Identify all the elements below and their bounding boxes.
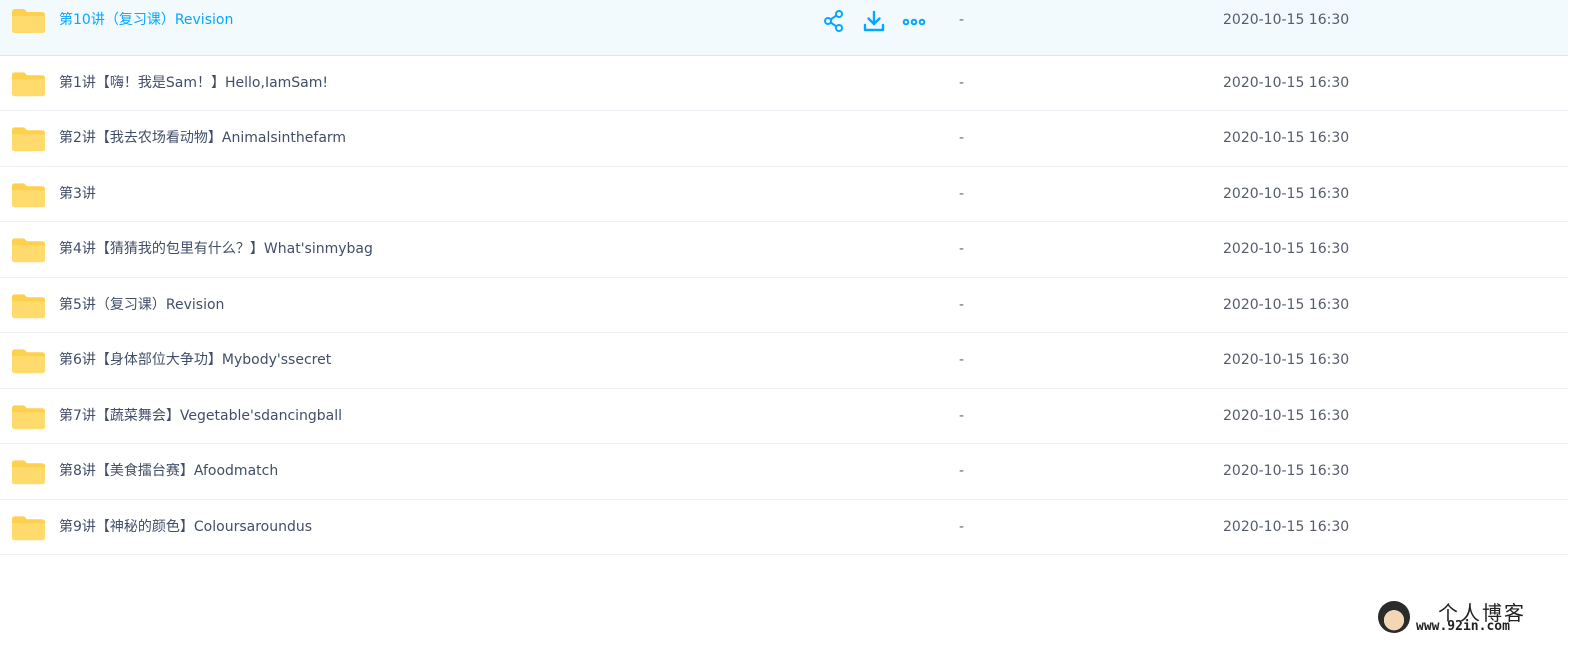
blog-watermark: 个人博客 www.92in.com: [1376, 597, 1566, 639]
file-row[interactable]: 第6讲【身体部位大争功】Mybody'ssecret - 2020-10-15 …: [0, 333, 1568, 389]
file-size: -: [959, 407, 965, 424]
file-size: -: [959, 463, 965, 479]
file-name[interactable]: 第4讲【猜猜我的包里有什么？】What'sinmybag: [59, 222, 373, 277]
file-name[interactable]: 第6讲【身体部位大争功】Mybody'ssecret: [59, 333, 331, 388]
file-name[interactable]: 第5讲（复习课）Revision: [59, 278, 224, 333]
file-row[interactable]: 第2讲【我去农场看动物】Animalsinthefarm - 2020-10-1…: [0, 111, 1568, 167]
file-date: 2020-10-15 16:30: [1223, 463, 1350, 479]
file-row[interactable]: 第3讲 - 2020-10-15 16:30: [0, 167, 1568, 222]
file-size: -: [959, 12, 965, 28]
file-name[interactable]: 第8讲【美食擂台赛】Afoodmatch: [59, 444, 278, 499]
file-size: -: [959, 241, 965, 257]
file-date: 2020-10-15 16:30: [1223, 407, 1350, 424]
download-icon[interactable]: [862, 9, 886, 33]
file-row[interactable]: 第5讲（复习课）Revision - 2020-10-15 16:30: [0, 278, 1568, 333]
row-actions: [822, 9, 926, 33]
folder-icon: [12, 460, 45, 485]
file-name[interactable]: 第7讲【蔬菜舞会】Vegetable'sdancingball: [59, 389, 342, 444]
file-size: -: [959, 185, 965, 202]
more-icon[interactable]: [902, 9, 926, 33]
file-date: 2020-10-15 16:30: [1223, 12, 1350, 28]
file-name[interactable]: 第10讲（复习课）Revision: [59, 0, 233, 40]
folder-icon: [12, 404, 45, 429]
file-name[interactable]: 第3讲: [59, 167, 96, 222]
file-name[interactable]: 第2讲【我去农场看动物】Animalsinthefarm: [59, 111, 346, 166]
folder-icon: [12, 182, 45, 207]
file-size: -: [959, 74, 965, 91]
file-size: -: [959, 518, 965, 535]
folder-icon: [12, 515, 45, 540]
folder-icon: [12, 238, 45, 263]
file-row[interactable]: 第10讲（复习课）Revision - 2020-10-15 16:30: [0, 0, 1568, 56]
file-row[interactable]: 第9讲【神秘的颜色】Coloursaroundus - 2020-10-15 1…: [0, 500, 1568, 555]
file-date: 2020-10-15 16:30: [1223, 241, 1350, 257]
file-row[interactable]: 第8讲【美食擂台赛】Afoodmatch - 2020-10-15 16:30: [0, 444, 1568, 500]
file-row[interactable]: 第7讲【蔬菜舞会】Vegetable'sdancingball - 2020-1…: [0, 389, 1568, 444]
file-date: 2020-10-15 16:30: [1223, 185, 1350, 202]
watermark-url: www.92in.com: [1416, 619, 1510, 634]
file-size: -: [959, 296, 965, 313]
file-size: -: [959, 130, 965, 146]
file-date: 2020-10-15 16:30: [1223, 74, 1350, 91]
file-row[interactable]: 第1讲【嗨！我是Sam！】Hello,IamSam! - 2020-10-15 …: [0, 56, 1568, 111]
file-date: 2020-10-15 16:30: [1223, 352, 1350, 368]
folder-icon: [12, 349, 45, 374]
file-size: -: [959, 352, 965, 368]
file-name[interactable]: 第9讲【神秘的颜色】Coloursaroundus: [59, 500, 312, 555]
share-icon[interactable]: [822, 9, 846, 33]
folder-icon: [12, 293, 45, 318]
file-row[interactable]: 第4讲【猜猜我的包里有什么？】What'sinmybag - 2020-10-1…: [0, 222, 1568, 278]
folder-icon: [12, 127, 45, 152]
file-date: 2020-10-15 16:30: [1223, 130, 1350, 146]
folder-icon: [12, 9, 45, 34]
file-name[interactable]: 第1讲【嗨！我是Sam！】Hello,IamSam!: [59, 56, 328, 111]
file-date: 2020-10-15 16:30: [1223, 518, 1350, 535]
avatar: [1378, 601, 1410, 633]
folder-icon: [12, 71, 45, 96]
file-date: 2020-10-15 16:30: [1223, 296, 1350, 313]
file-list: 第10讲（复习课）Revision - 2020-10-15 16:30 第1讲…: [0, 0, 1568, 555]
